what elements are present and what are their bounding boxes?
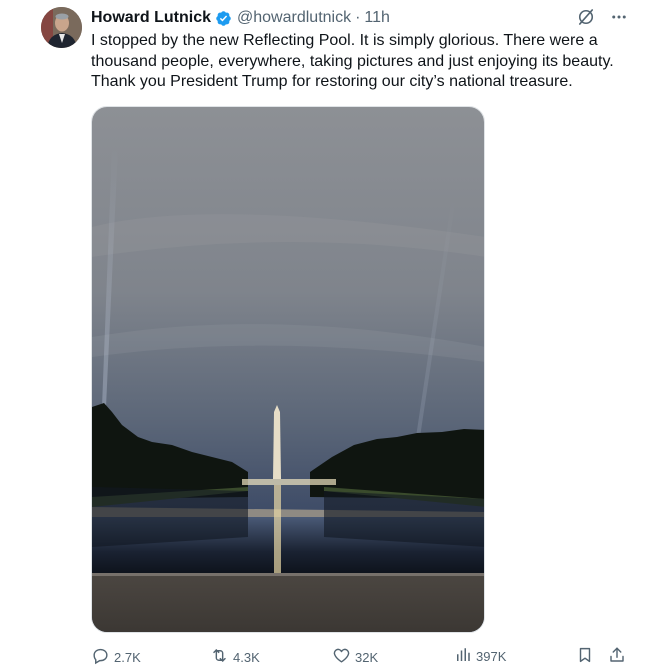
tweet-text-line: Thank you President Trump for restoring … [91, 73, 573, 90]
repost-button[interactable]: 4.3K [210, 646, 260, 668]
like-count: 32K [355, 649, 379, 665]
separator-dot: · [355, 9, 361, 26]
author-handle[interactable]: @howardlutnick [237, 9, 351, 27]
tweet-actions: 2.7K 4.3K 32K 397K [91, 646, 624, 668]
reflecting-pool-photo [92, 107, 484, 632]
bookmark-icon [576, 646, 594, 667]
share-button[interactable] [608, 646, 626, 667]
avatar-photo [41, 7, 82, 48]
author-name[interactable]: Howard Lutnick [91, 9, 211, 27]
timestamp[interactable]: 11h [364, 9, 390, 27]
reply-count: 2.7K [114, 649, 141, 665]
tweet-photo[interactable] [91, 106, 485, 633]
avatar[interactable] [41, 7, 82, 48]
grok-icon[interactable] [576, 7, 596, 27]
tweet-text-line: thousand people, everywhere, taking pict… [91, 52, 614, 70]
views-icon [454, 646, 472, 667]
repost-count: 4.3K [233, 649, 260, 665]
more-icon[interactable] [610, 8, 628, 26]
tweet-header: Howard Lutnick @howardlutnick · 11h [91, 7, 390, 29]
heart-icon [332, 646, 351, 668]
repost-icon [210, 646, 229, 668]
reply-icon [91, 646, 110, 668]
like-button[interactable]: 32K [332, 646, 378, 668]
tweet-text: I stopped by the new Reflecting Pool. It… [91, 31, 636, 93]
verified-badge-icon [215, 10, 232, 27]
share-icon [608, 646, 626, 667]
views-count: 397K [476, 649, 507, 664]
views-button[interactable]: 397K [454, 646, 506, 667]
header-actions [576, 7, 628, 27]
bookmark-button[interactable] [576, 646, 594, 667]
reply-button[interactable]: 2.7K [91, 646, 141, 668]
tweet-text-line: I stopped by the new Reflecting Pool. It… [91, 32, 598, 49]
